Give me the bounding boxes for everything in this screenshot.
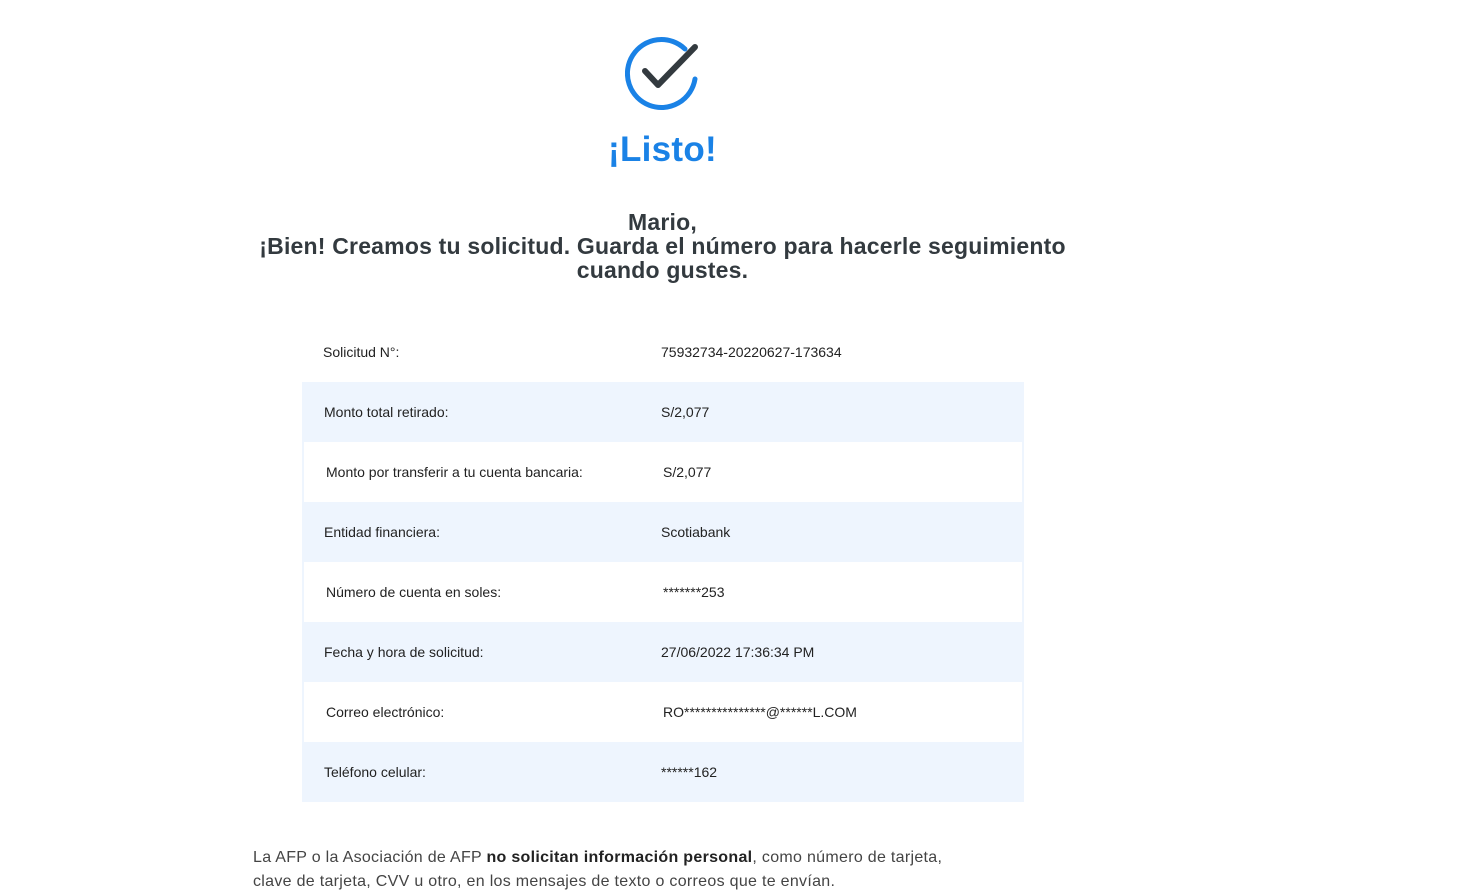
summary-row-bank: Entidad financiera: Scotiabank (302, 502, 1024, 562)
summary-value: *******253 (663, 584, 725, 600)
summary-row-total-withdrawn: Monto total retirado: S/2,077 (302, 382, 1024, 442)
message-line: ¡Bien! Creamos tu solicitud. Guarda el n… (259, 233, 1066, 259)
summary-value: S/2,077 (661, 404, 710, 420)
summary-row-transfer-amount: Monto por transferir a tu cuenta bancari… (302, 442, 1024, 502)
summary-value: S/2,077 (663, 464, 712, 480)
summary-label: Correo electrónico: (326, 704, 445, 720)
summary-row-request-number: Solicitud N°: 75932734-20220627-173634 (302, 322, 1024, 382)
summary-label: Entidad financiera: (324, 524, 440, 540)
summary-row-account-number: Número de cuenta en soles: *******253 (302, 562, 1024, 622)
page-title: ¡Listo! (607, 130, 717, 169)
summary-label: Fecha y hora de solicitud: (324, 644, 484, 660)
summary-label: Teléfono celular: (324, 764, 426, 780)
summary-label: Monto total retirado: (324, 404, 449, 420)
confirmation-page: ¡Listo! Mario, ¡Bien! Creamos tu solicit… (0, 0, 1475, 895)
summary-value: ******162 (661, 764, 718, 780)
summary-value: 27/06/2022 17:36:34 PM (661, 644, 815, 660)
summary-row-date: Fecha y hora de solicitud: 27/06/2022 17… (302, 622, 1024, 682)
notice-prefix: La AFP o la Asociación de AFP (253, 849, 487, 866)
notice-bold: no solicitan información personal (486, 849, 753, 866)
summary-row-email: Correo electrónico: RO***************@**… (302, 682, 1024, 742)
summary-row-phone: Teléfono celular: ******162 (302, 742, 1024, 802)
security-notice: La AFP o la Asociación de AFP no solicit… (253, 846, 973, 894)
summary-value: Scotiabank (661, 524, 731, 540)
summary-label: Número de cuenta en soles: (326, 584, 502, 600)
summary-label: Monto por transferir a tu cuenta bancari… (326, 464, 583, 480)
greeting-name: Mario, (628, 209, 697, 235)
message-line: cuando gustes. (576, 257, 749, 283)
summary-value: RO***************@******L.COM (663, 704, 857, 720)
summary-value: 75932734-20220627-173634 (661, 344, 842, 360)
summary-label: Solicitud N°: (323, 344, 400, 360)
request-summary-table: Solicitud N°: 75932734-20220627-173634 M… (302, 322, 1024, 802)
check-circle-icon (625, 37, 698, 111)
confirmation-message: Mario, ¡Bien! Creamos tu solicitud. Guar… (0, 210, 1325, 282)
